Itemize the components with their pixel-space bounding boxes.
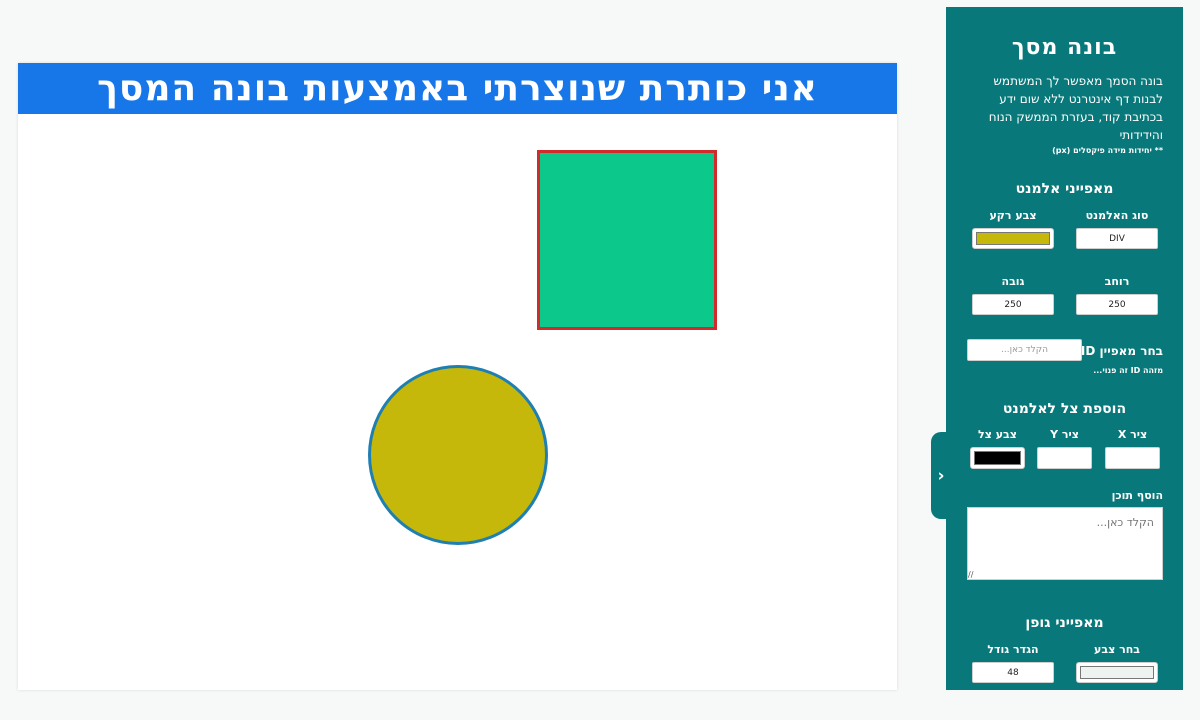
shadow-y-label: ציר Y	[1050, 428, 1079, 441]
bg-color-swatch	[976, 232, 1050, 245]
builder-canvas[interactable]: אני כותרת שנוצרתי באמצעות בונה המסך	[18, 63, 897, 690]
resize-grip-icon[interactable]: ∕∕	[968, 571, 973, 579]
element-type-field[interactable]	[1076, 228, 1158, 249]
font-size-label: הגדר גודל	[987, 643, 1039, 656]
shadow-color-label: צבע צל	[978, 428, 1017, 441]
font-color-label: בחר צבע	[1094, 643, 1140, 656]
width-input[interactable]	[1076, 294, 1158, 315]
font-section-title: מאפייני גופן	[1025, 615, 1104, 631]
unit-note: ** יחידות מידה פיקסלים (px)	[1052, 146, 1163, 155]
shadow-color-swatch	[974, 451, 1021, 465]
height-label: גובה	[1001, 275, 1025, 288]
element-props-title: מאפייני אלמנט	[1015, 181, 1114, 197]
font-size-input[interactable]	[972, 662, 1054, 683]
bg-color-picker[interactable]	[972, 228, 1054, 249]
width-label: רוחב	[1104, 275, 1130, 288]
shadow-color-picker[interactable]	[970, 447, 1025, 469]
content-textarea[interactable]	[967, 507, 1163, 580]
id-input[interactable]	[967, 339, 1082, 361]
canvas-title[interactable]: אני כותרת שנוצרתי באמצעות בונה המסך	[18, 63, 897, 114]
bg-color-label: צבע רקע	[989, 209, 1037, 222]
chevron-right-icon: ›	[937, 465, 945, 486]
shadow-section-title: הוספת צל לאלמנט	[1002, 401, 1127, 417]
element-type-label: סוג האלמנט	[1085, 209, 1149, 222]
shadow-x-input[interactable]	[1105, 447, 1160, 469]
height-input[interactable]	[972, 294, 1054, 315]
font-color-picker[interactable]	[1076, 662, 1158, 683]
builder-panel: בונה מסך בונה הסמך מאפשר לך המשתמש לבנות…	[946, 7, 1183, 690]
canvas-circle-element[interactable]	[368, 365, 548, 545]
panel-title: בונה מסך	[1011, 35, 1118, 60]
panel-description: בונה הסמך מאפשר לך המשתמש לבנות דף אינטר…	[988, 74, 1163, 142]
shadow-y-input[interactable]	[1037, 447, 1092, 469]
font-color-swatch	[1080, 666, 1154, 679]
canvas-square-element[interactable]	[537, 150, 717, 330]
content-label: הוסף תוכן	[1111, 489, 1163, 502]
id-availability-note: מזהה ID זה פנוי...	[1093, 366, 1163, 375]
id-label: בחר מאפיין ID	[1080, 344, 1163, 358]
shadow-x-label: ציר X	[1117, 428, 1148, 441]
